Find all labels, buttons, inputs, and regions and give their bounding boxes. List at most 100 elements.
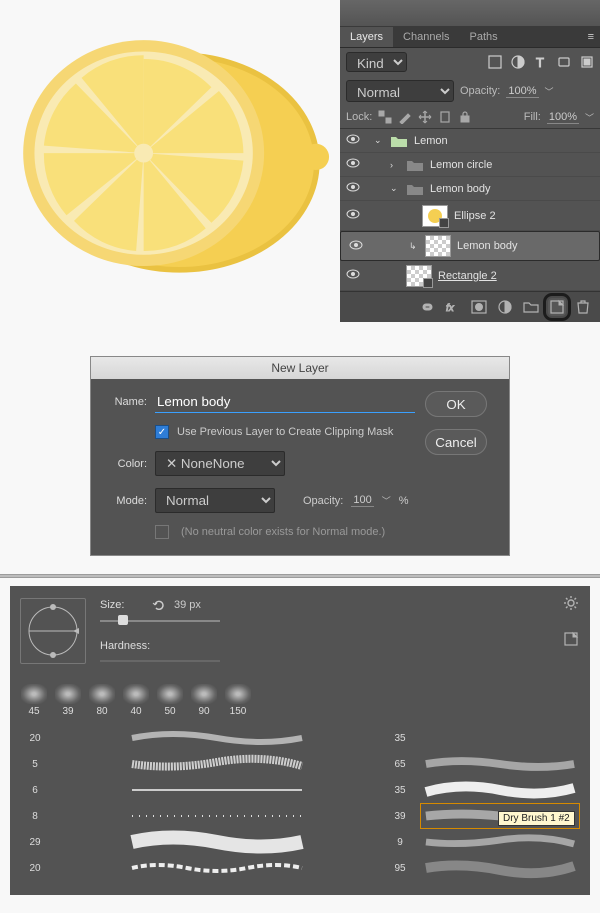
brush-tip[interactable]: 90 [190,684,218,717]
opacity-value[interactable]: 100% [506,85,538,98]
new-group-icon[interactable] [522,298,540,316]
layer-name-input[interactable] [155,391,415,413]
blend-mode-select[interactable]: Normal [346,80,454,102]
ok-button[interactable]: OK [425,391,487,417]
lock-transparency-icon[interactable] [378,110,392,124]
stroke-size[interactable]: 35 [384,777,416,803]
size-slider[interactable] [100,620,220,622]
brush-tip[interactable]: 39 [54,684,82,717]
brush-stroke[interactable] [420,751,580,777]
gear-icon[interactable] [562,594,580,612]
new-layer-icon[interactable] [548,298,566,316]
layer-label: Lemon body [430,183,491,195]
chevron-down-icon[interactable]: ﹀ [545,85,554,98]
opacity-value[interactable]: 100 [351,494,373,507]
filter-pixel-icon[interactable] [488,55,502,69]
layer-label: Lemon [414,135,448,147]
panel-tabs: Layers Channels Paths ≡ [340,26,600,48]
folder-icon [406,182,424,196]
link-layers-icon[interactable] [418,298,436,316]
opacity-label: Opacity: [460,85,500,97]
reset-size-icon[interactable] [152,598,166,612]
layer-label: Lemon circle [430,159,492,171]
layer-kind-select[interactable]: Kind [346,52,407,72]
add-mask-icon[interactable] [470,298,488,316]
stroke-size[interactable]: 5 [20,751,50,777]
brush-stroke[interactable] [54,803,380,829]
layer-thumbnail [425,235,451,257]
cancel-button[interactable]: Cancel [425,429,487,455]
layer-group-lemon-body[interactable]: ⌄ Lemon body [340,177,600,201]
hardness-label: Hardness: [100,640,144,652]
chevron-down-icon[interactable]: ﹀ [382,494,391,507]
brush-stroke[interactable] [420,829,580,855]
fill-label: Fill: [524,111,541,123]
layer-tree: ⌄ Lemon › Lemon circle ⌄ Lemon body [340,128,600,291]
layer-fx-icon[interactable]: fx [444,298,462,316]
stroke-size[interactable]: 95 [384,855,416,881]
layer-thumbnail [406,265,432,287]
visibility-icon[interactable] [344,132,362,149]
lock-all-icon[interactable] [458,110,472,124]
stroke-size[interactable]: 8 [20,803,50,829]
layer-ellipse-2[interactable]: Ellipse 2 [340,201,600,231]
lock-position-icon[interactable] [418,110,432,124]
brush-stroke[interactable] [420,855,580,881]
visibility-icon[interactable] [344,207,362,224]
layer-rectangle-2[interactable]: Rectangle 2 [340,261,600,291]
blend-mode-select[interactable]: Normal [155,488,275,513]
delete-layer-icon[interactable] [574,298,592,316]
brush-stroke[interactable] [54,751,380,777]
visibility-icon[interactable] [344,156,362,173]
lock-artboard-icon[interactable] [438,110,452,124]
brush-stroke[interactable] [54,855,380,881]
brush-tip[interactable]: 40 [122,684,150,717]
layers-footer: fx [340,291,600,322]
filter-type-icon[interactable]: T [534,55,548,69]
visibility-icon[interactable] [344,180,362,197]
clipping-mask-checkbox[interactable]: ✓ [155,425,169,439]
stroke-size[interactable]: 39 [384,803,416,829]
tab-layers[interactable]: Layers [340,27,393,47]
brush-stroke[interactable] [54,829,380,855]
layer-lemon-body[interactable]: ↳ Lemon body [340,231,600,261]
tab-channels[interactable]: Channels [393,27,459,47]
filter-shape-icon[interactable] [557,55,571,69]
fill-value[interactable]: 100% [547,111,579,124]
stroke-size[interactable]: 35 [384,725,416,751]
layer-color-select[interactable]: ✕ NoneNone [155,451,285,476]
visibility-icon[interactable] [344,267,362,284]
brush-tip[interactable]: 45 [20,684,48,717]
filter-smart-icon[interactable] [580,55,594,69]
brush-stroke[interactable] [420,725,580,751]
new-preset-icon[interactable] [562,630,580,648]
disclosure-closed-icon[interactable]: › [390,160,400,170]
brush-tip[interactable]: 80 [88,684,116,717]
disclosure-open-icon[interactable]: ⌄ [374,135,384,146]
lock-paint-icon[interactable] [398,110,412,124]
neutral-hint: (No neutral color exists for Normal mode… [181,526,385,538]
size-value[interactable]: 39 px [174,599,201,611]
stroke-size[interactable]: 9 [384,829,416,855]
stroke-size[interactable]: 6 [20,777,50,803]
brush-stroke[interactable] [420,777,580,803]
tab-paths[interactable]: Paths [460,27,508,47]
stroke-size[interactable]: 20 [20,725,50,751]
filter-adjust-icon[interactable] [511,55,525,69]
brush-tip[interactable]: 50 [156,684,184,717]
chevron-down-icon[interactable]: ﹀ [585,111,594,124]
layer-group-lemon-circle[interactable]: › Lemon circle [340,153,600,177]
brush-stroke[interactable] [54,777,380,803]
panel-menu-icon[interactable]: ≡ [582,27,600,47]
brush-angle-preview[interactable] [20,598,86,664]
disclosure-open-icon[interactable]: ⌄ [390,183,400,194]
stroke-size[interactable]: 20 [20,855,50,881]
stroke-size[interactable]: 65 [384,751,416,777]
dialog-title: New Layer [91,357,509,379]
brush-stroke[interactable] [54,725,380,751]
layer-group-lemon[interactable]: ⌄ Lemon [340,129,600,153]
adjustment-layer-icon[interactable] [496,298,514,316]
stroke-size[interactable]: 29 [20,829,50,855]
visibility-icon[interactable] [347,238,365,255]
brush-tip[interactable]: 150 [224,684,252,717]
